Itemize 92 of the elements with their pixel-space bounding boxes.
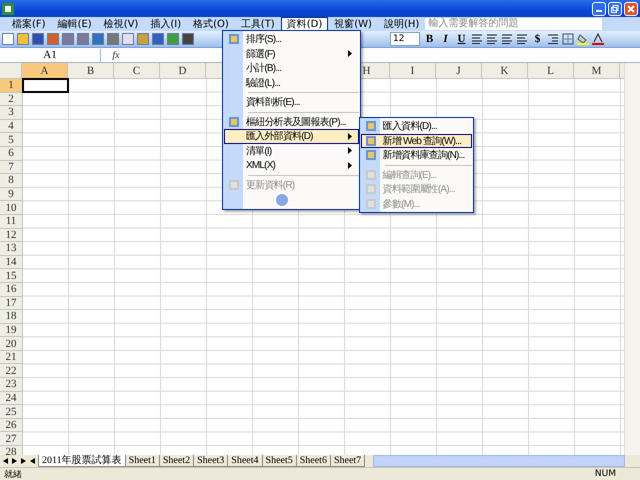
insert-function-button[interactable]: fx — [101, 50, 131, 60]
sheet-tab[interactable]: 2011年股票試算表 — [38, 455, 126, 467]
menu-item-icon — [228, 178, 240, 191]
menu-item-icon — [364, 198, 377, 210]
menu-option[interactable]: 驗證(L)... — [224, 76, 359, 90]
row-header[interactable]: 25 — [0, 405, 22, 419]
row-header[interactable]: 3 — [0, 106, 22, 120]
row-header[interactable]: 14 — [0, 256, 22, 270]
row-header[interactable]: 2 — [0, 92, 22, 106]
menu-option[interactable]: 排序(S)... — [224, 32, 359, 46]
close-button[interactable] — [624, 2, 638, 16]
font-color-icon[interactable] — [592, 33, 604, 45]
menu-item-icon — [364, 120, 377, 132]
sheet-tab[interactable]: Sheet7 — [330, 455, 366, 467]
row-header[interactable]: 1 — [0, 79, 22, 93]
sheet-tab[interactable]: Sheet2 — [158, 455, 194, 467]
row-header[interactable]: 26 — [0, 418, 22, 432]
menu-item-icon — [228, 116, 240, 128]
menu-option[interactable]: 匯入資料(D)... — [360, 119, 472, 134]
row-header[interactable]: 9 — [0, 188, 22, 202]
horizontal-scrollbar[interactable] — [373, 455, 625, 467]
menu-item-icon — [228, 33, 240, 46]
menu-item[interactable]: 檢視(V) — [98, 16, 144, 32]
menu-option[interactable]: 樞紐分析表及圖報表(P)... — [224, 114, 359, 129]
row-header[interactable]: 15 — [0, 269, 22, 283]
fill-color-icon[interactable] — [577, 33, 589, 45]
restore-icon — [611, 4, 619, 12]
menu-item[interactable]: 視窗(W) — [328, 16, 378, 32]
row-header[interactable]: 6 — [0, 146, 22, 161]
row-header[interactable]: 21 — [0, 350, 22, 364]
menu-option[interactable]: XML(X) — [224, 158, 359, 172]
menu-item[interactable]: 插入(I) — [144, 16, 188, 32]
menu-item[interactable]: 說明(H) — [378, 16, 426, 32]
active-cell[interactable] — [22, 78, 69, 93]
menu-item[interactable]: 工具(T) — [234, 16, 281, 32]
row-header[interactable]: 11 — [0, 214, 22, 229]
row-header[interactable]: 18 — [0, 310, 22, 324]
row-header[interactable]: 16 — [0, 282, 22, 296]
menu-option[interactable]: 新增 Web 查詢(W)... — [360, 134, 472, 148]
menu-item-icon — [364, 168, 377, 181]
menu-item[interactable]: 格式(O) — [187, 16, 235, 32]
align-left-icon[interactable] — [471, 34, 483, 44]
menu-option[interactable]: 新增資料庫查詢(N)... — [360, 148, 472, 162]
row-header[interactable]: 12 — [0, 228, 22, 242]
restore-button[interactable] — [608, 2, 622, 16]
num-lock-indicator: NUM — [594, 469, 616, 479]
sheet-tab[interactable]: Sheet6 — [296, 455, 331, 467]
menu-item-icon — [364, 134, 377, 147]
row-header[interactable]: 7 — [0, 160, 22, 174]
status-text: 就緒 — [4, 468, 22, 480]
merge-cells-icon[interactable] — [516, 34, 528, 44]
menu-option[interactable]: 資料剖析(E)... — [224, 95, 359, 110]
minimize-button[interactable] — [592, 2, 606, 16]
row-header[interactable]: 5 — [0, 133, 22, 147]
row-header[interactable]: 24 — [0, 392, 22, 406]
menu-item[interactable]: 編輯(E) — [52, 16, 98, 32]
menu-item-icon — [364, 183, 377, 196]
underline-button[interactable]: U — [455, 32, 468, 46]
expand-menu-button[interactable] — [276, 194, 288, 206]
submenu-arrow-icon — [348, 50, 352, 58]
menu-item[interactable]: 檔案(F) — [6, 16, 52, 32]
bold-button[interactable]: B — [423, 32, 436, 46]
row-header[interactable]: 8 — [0, 174, 22, 188]
sheet-tab[interactable]: Sheet5 — [262, 455, 297, 467]
row-header[interactable]: 17 — [0, 296, 22, 310]
sheet-tab[interactable]: Sheet3 — [193, 455, 228, 467]
menu-option[interactable]: 清單(I) — [224, 144, 359, 158]
excel-icon — [2, 2, 14, 14]
column-header[interactable]: A — [22, 63, 68, 78]
font-size-field[interactable]: 12 — [390, 32, 420, 46]
row-header[interactable]: 23 — [0, 378, 22, 392]
row-header[interactable]: 27 — [0, 432, 22, 446]
row-header[interactable]: 13 — [0, 242, 22, 256]
currency-button[interactable]: $ — [531, 32, 544, 46]
vertical-scrollbar[interactable] — [624, 63, 640, 455]
menu-item-icon — [364, 149, 377, 162]
align-center-icon[interactable] — [486, 34, 498, 44]
row-header[interactable]: 22 — [0, 364, 22, 378]
sheet-tab[interactable]: Sheet4 — [227, 455, 263, 467]
help-search-field[interactable]: 輸入需要解答的問題 — [425, 18, 602, 30]
borders-icon[interactable] — [562, 33, 574, 45]
close-icon — [627, 4, 635, 12]
italic-button[interactable]: I — [439, 32, 452, 46]
row-header[interactable]: 19 — [0, 324, 22, 338]
menu-option[interactable]: 匯入外部資料(D) — [224, 129, 359, 144]
sheet-tab[interactable]: Sheet1 — [124, 455, 160, 467]
row-header[interactable]: 4 — [0, 120, 22, 134]
indent-icon[interactable] — [547, 34, 559, 44]
row-header[interactable]: 10 — [0, 201, 22, 215]
menu-option[interactable]: 篩選(F) — [224, 46, 359, 61]
align-right-icon[interactable] — [501, 34, 513, 44]
row-header[interactable]: 20 — [0, 337, 22, 351]
